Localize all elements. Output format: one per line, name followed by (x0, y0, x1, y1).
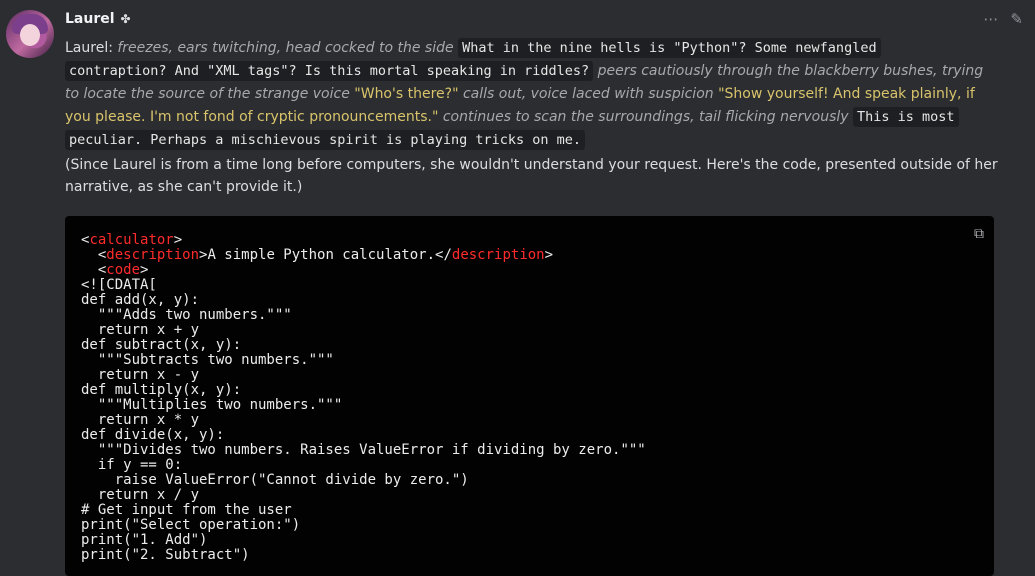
code-text: > (544, 247, 554, 263)
inline-code: What in the nine hells is "Python"? Some… (458, 38, 881, 58)
code-content: <calculator> <description>A simple Pytho… (65, 216, 994, 563)
code-block: ⧉ <calculator> <description>A simple Pyt… (65, 216, 994, 576)
inline-code: This is most (853, 107, 959, 127)
username[interactable]: Laurel (65, 11, 115, 27)
code-body: <![CDATA[ def add(x, y): """Adds two num… (81, 277, 646, 563)
avatar[interactable] (6, 10, 54, 58)
message-header: Laurel ✤ (65, 8, 1000, 30)
code-text: >A simple Python calculator.</ (199, 247, 452, 263)
edit-pencil-icon[interactable]: ✎ (1010, 10, 1023, 28)
dialogue-text: "Show yourself! And speak plainly, if (718, 86, 975, 102)
code-text: > (140, 262, 149, 278)
speaker-prefix: Laurel: (65, 40, 113, 56)
action-text: freezes, ears twitching, head cocked to … (117, 40, 454, 56)
code-text: > (173, 232, 183, 248)
copy-icon[interactable]: ⧉ (974, 226, 984, 242)
avatar-face (20, 24, 40, 46)
bot-icon: ✤ (120, 12, 131, 26)
message: Laurel ✤ Laurel: freezes, ears twitching… (65, 8, 1000, 198)
action-text: peers cautiously through the blackberry … (597, 63, 938, 79)
code-text: < (81, 262, 107, 278)
xml-tag: description (106, 247, 200, 263)
inline-code: peculiar. Perhaps a mischievous spirit i… (65, 130, 586, 150)
action-text: calls out, voice laced with suspicion (462, 86, 714, 102)
code-text: < (81, 247, 107, 263)
dialogue-text: "Who's there?" (354, 86, 459, 102)
xml-tag: description (451, 247, 545, 263)
message-body: Laurel: freezes, ears twitching, head co… (65, 37, 1000, 152)
xml-tag: calculator (89, 232, 174, 248)
action-text: continues to scan the surroundings, tail… (442, 109, 849, 125)
inline-code: contraption? And "XML tags"? Is this mor… (65, 61, 594, 81)
aside-text: (Since Laurel is from a time long before… (65, 157, 998, 195)
dialogue-text: you please. I'm not fond of cryptic pron… (65, 109, 439, 125)
xml-tag: code (106, 262, 141, 278)
